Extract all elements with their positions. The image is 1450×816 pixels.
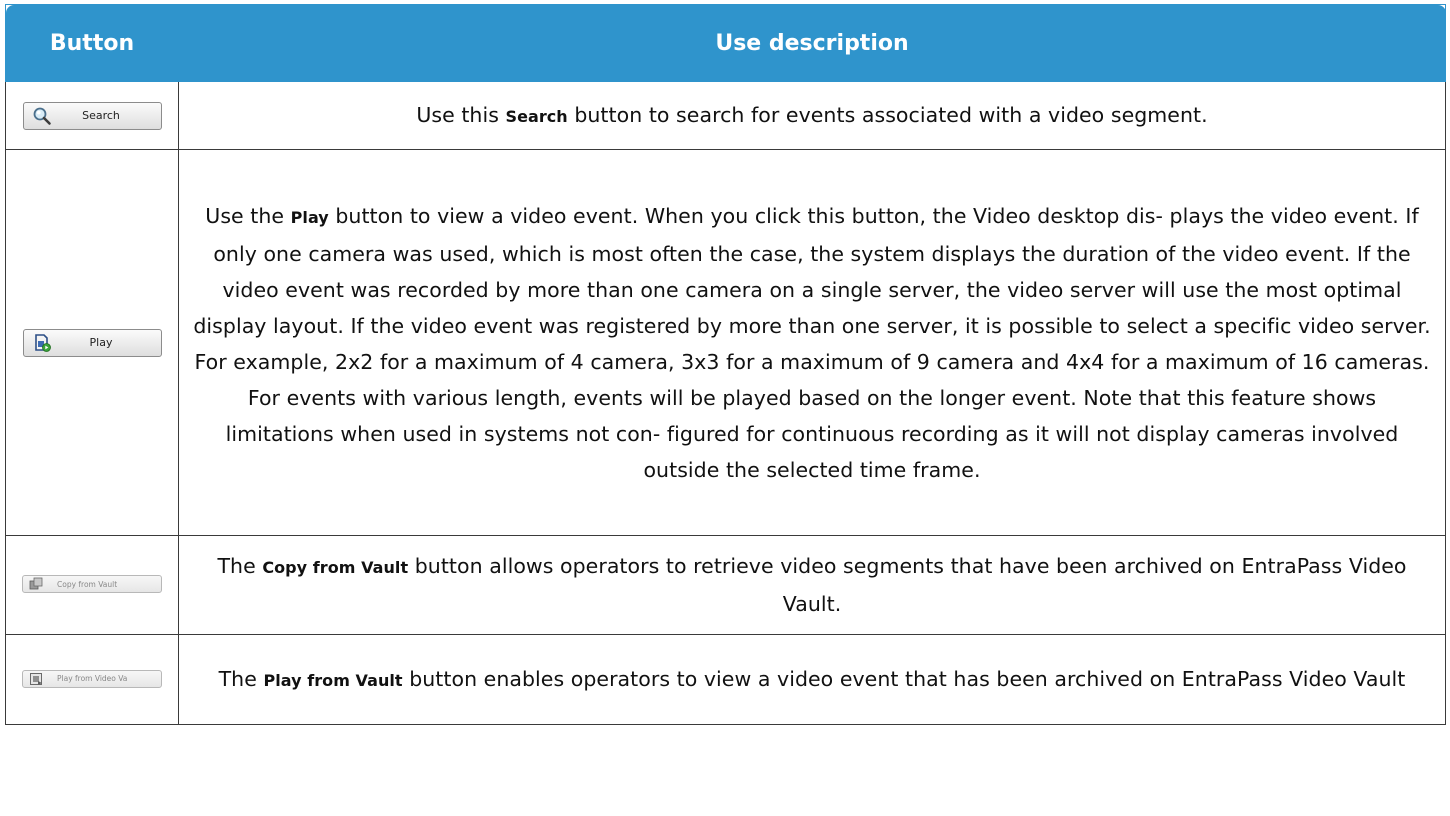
magnifier-icon	[33, 107, 51, 125]
description-text: Use this	[416, 102, 506, 127]
description-bold-term: Play	[290, 207, 329, 227]
button-cell: Play from Video Va	[5, 634, 179, 725]
button-description-table: Button Use description Search Use this S…	[5, 4, 1446, 725]
play-button-label: Play	[89, 336, 113, 349]
button-cell: Play	[5, 149, 179, 536]
description-cell: Use the Play button to view a video even…	[178, 149, 1446, 536]
copy-from-vault-button-label: Copy from Vault	[57, 579, 118, 589]
play-from-vault-button-image: Play from Video Va	[22, 669, 162, 688]
table-row-play-from-vault: Play from Video Va The Play from Vault b…	[5, 634, 1446, 725]
button-cell: Search	[5, 81, 179, 150]
description-bold-term: Play from Vault	[263, 670, 403, 690]
description-bold-term: Search	[505, 106, 568, 126]
table-row-search: Search Use this Search button to search …	[5, 81, 1446, 150]
play-from-vault-button-label: Play from Video Va	[57, 674, 128, 683]
description-text: button enables operators to view a video…	[402, 666, 1406, 691]
description-text: button allows operators to retrieve vide…	[408, 554, 1407, 616]
description-cell: Use this Search button to search for eve…	[178, 81, 1446, 150]
search-button-label: Search	[82, 109, 120, 122]
description-text: Use the	[205, 203, 291, 228]
table-header-row: Button Use description	[5, 4, 1446, 82]
description-bold-term: Copy from Vault	[262, 558, 409, 577]
description-text: button to search for events associated w…	[567, 102, 1208, 127]
copy-from-vault-button-image: Copy from Vault	[22, 575, 162, 593]
header-button: Button	[5, 4, 179, 82]
play-document-icon	[34, 333, 51, 352]
header-use-description: Use description	[178, 4, 1446, 82]
description-text: button to view a video event. When you c…	[193, 203, 1431, 482]
search-button-image: Search	[22, 101, 162, 130]
play-button-image: Play	[22, 328, 162, 357]
table-row-copy-from-vault: Copy from Vault The Copy from Vault butt…	[5, 535, 1446, 635]
description-text: The	[218, 666, 264, 691]
description-cell: The Copy from Vault button allows operat…	[178, 535, 1446, 635]
play-vault-icon	[30, 672, 42, 685]
button-cell: Copy from Vault	[5, 535, 179, 635]
copy-vault-icon	[29, 577, 43, 590]
table-row-play: Play Use the Play button to view a video…	[5, 149, 1446, 536]
description-cell: The Play from Vault button enables opera…	[178, 634, 1446, 725]
description-text: The	[217, 554, 263, 578]
